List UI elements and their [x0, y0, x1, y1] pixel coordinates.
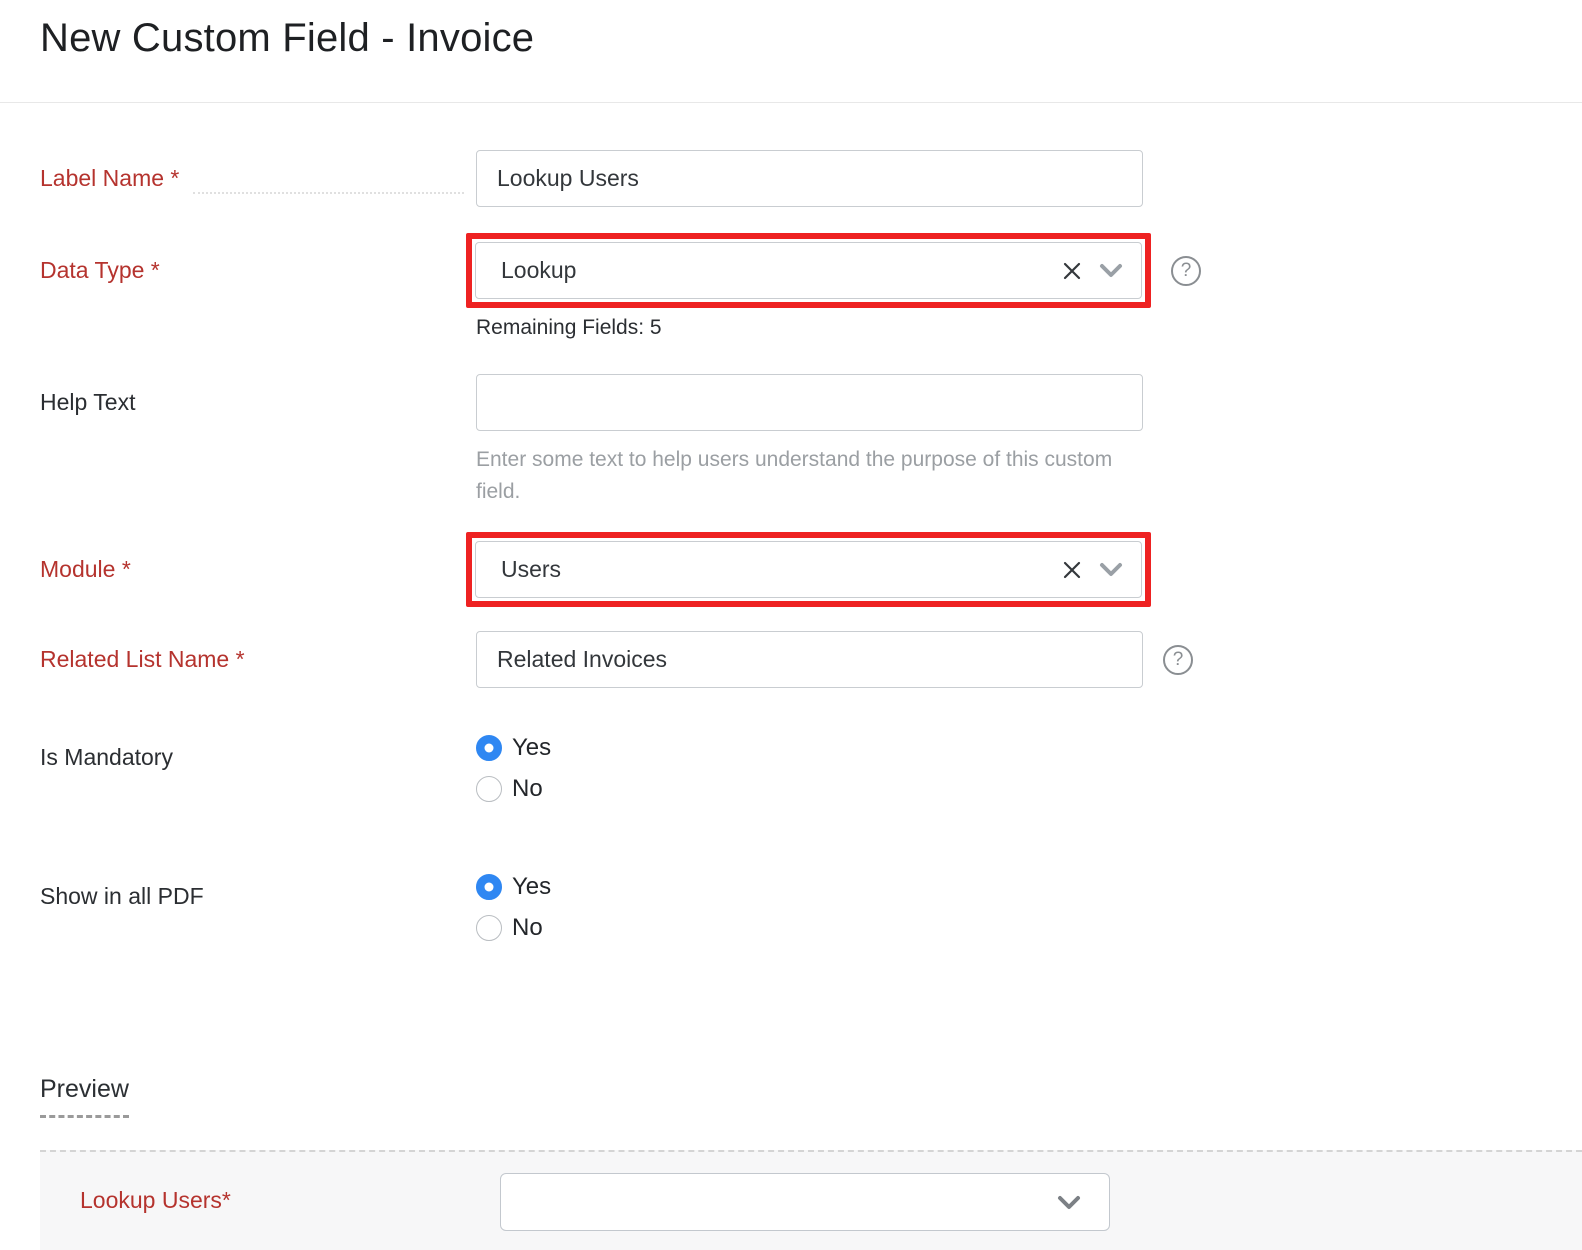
form-row-related-list: Related List Name * ? [40, 631, 1582, 688]
radio-icon[interactable] [476, 776, 502, 802]
related-list-input[interactable] [476, 631, 1143, 688]
help-icon[interactable]: ? [1163, 645, 1193, 675]
is-mandatory-radio-group: Yes No [476, 734, 551, 816]
form-row-data-type: Data Type * Lookup ? [40, 233, 1582, 340]
preview-heading: Preview [40, 1075, 129, 1118]
form-row-help-text: Help Text Enter some text to help users … [40, 374, 1582, 508]
help-text-label: Help Text [40, 374, 476, 416]
preview-field-row: Lookup Users* [40, 1152, 1582, 1231]
preview-section: Preview Lookup Users* [0, 1075, 1582, 1250]
chevron-down-icon[interactable] [1099, 562, 1123, 577]
related-list-label: Related List Name * [40, 631, 476, 673]
module-value: Users [501, 556, 1061, 583]
page-title: New Custom Field - Invoice [40, 16, 1542, 61]
clear-icon[interactable] [1061, 260, 1083, 282]
radio-icon[interactable] [476, 735, 502, 761]
data-type-label: Data Type * [40, 233, 476, 284]
help-icon[interactable]: ? [1171, 256, 1201, 286]
form-row-is-mandatory: Is Mandatory Yes No [40, 734, 1582, 816]
show-in-all-pdf-label: Show in all PDF [40, 873, 476, 910]
chevron-down-icon[interactable] [1099, 263, 1123, 278]
preview-lookup-select[interactable] [500, 1173, 1110, 1231]
form-row-show-in-all-pdf: Show in all PDF Yes No [40, 873, 1582, 955]
module-select[interactable]: Users [475, 541, 1142, 598]
remaining-fields-note: Remaining Fields: 5 [476, 316, 1201, 340]
is-mandatory-no-option[interactable]: No [476, 775, 551, 803]
label-name-label: Label Name * [40, 150, 476, 194]
module-label: Module * [40, 532, 476, 583]
data-type-highlight-box: Lookup [466, 233, 1151, 308]
chevron-down-icon[interactable] [1057, 1195, 1081, 1210]
is-mandatory-yes-option[interactable]: Yes [476, 734, 551, 762]
form-row-module: Module * Users [40, 532, 1582, 607]
label-name-input[interactable] [476, 150, 1143, 207]
help-text-input[interactable] [476, 374, 1143, 431]
preview-field-label: Lookup Users* [80, 1173, 500, 1214]
custom-field-form: Label Name * Data Type * Lookup [0, 150, 1582, 955]
page-header: New Custom Field - Invoice [0, 0, 1582, 103]
radio-icon[interactable] [476, 874, 502, 900]
form-row-label-name: Label Name * [40, 150, 1582, 207]
dotted-leader [193, 192, 464, 194]
clear-icon[interactable] [1061, 559, 1083, 581]
data-type-select[interactable]: Lookup [475, 242, 1142, 299]
show-in-all-pdf-no-option[interactable]: No [476, 914, 551, 942]
show-in-all-pdf-yes-option[interactable]: Yes [476, 873, 551, 901]
data-type-value: Lookup [501, 257, 1061, 284]
module-highlight-box: Users [466, 532, 1151, 607]
preview-panel: Lookup Users* [40, 1150, 1582, 1250]
help-text-hint: Enter some text to help users understand… [476, 444, 1143, 508]
radio-icon[interactable] [476, 915, 502, 941]
is-mandatory-label: Is Mandatory [40, 734, 476, 771]
show-in-all-pdf-radio-group: Yes No [476, 873, 551, 955]
